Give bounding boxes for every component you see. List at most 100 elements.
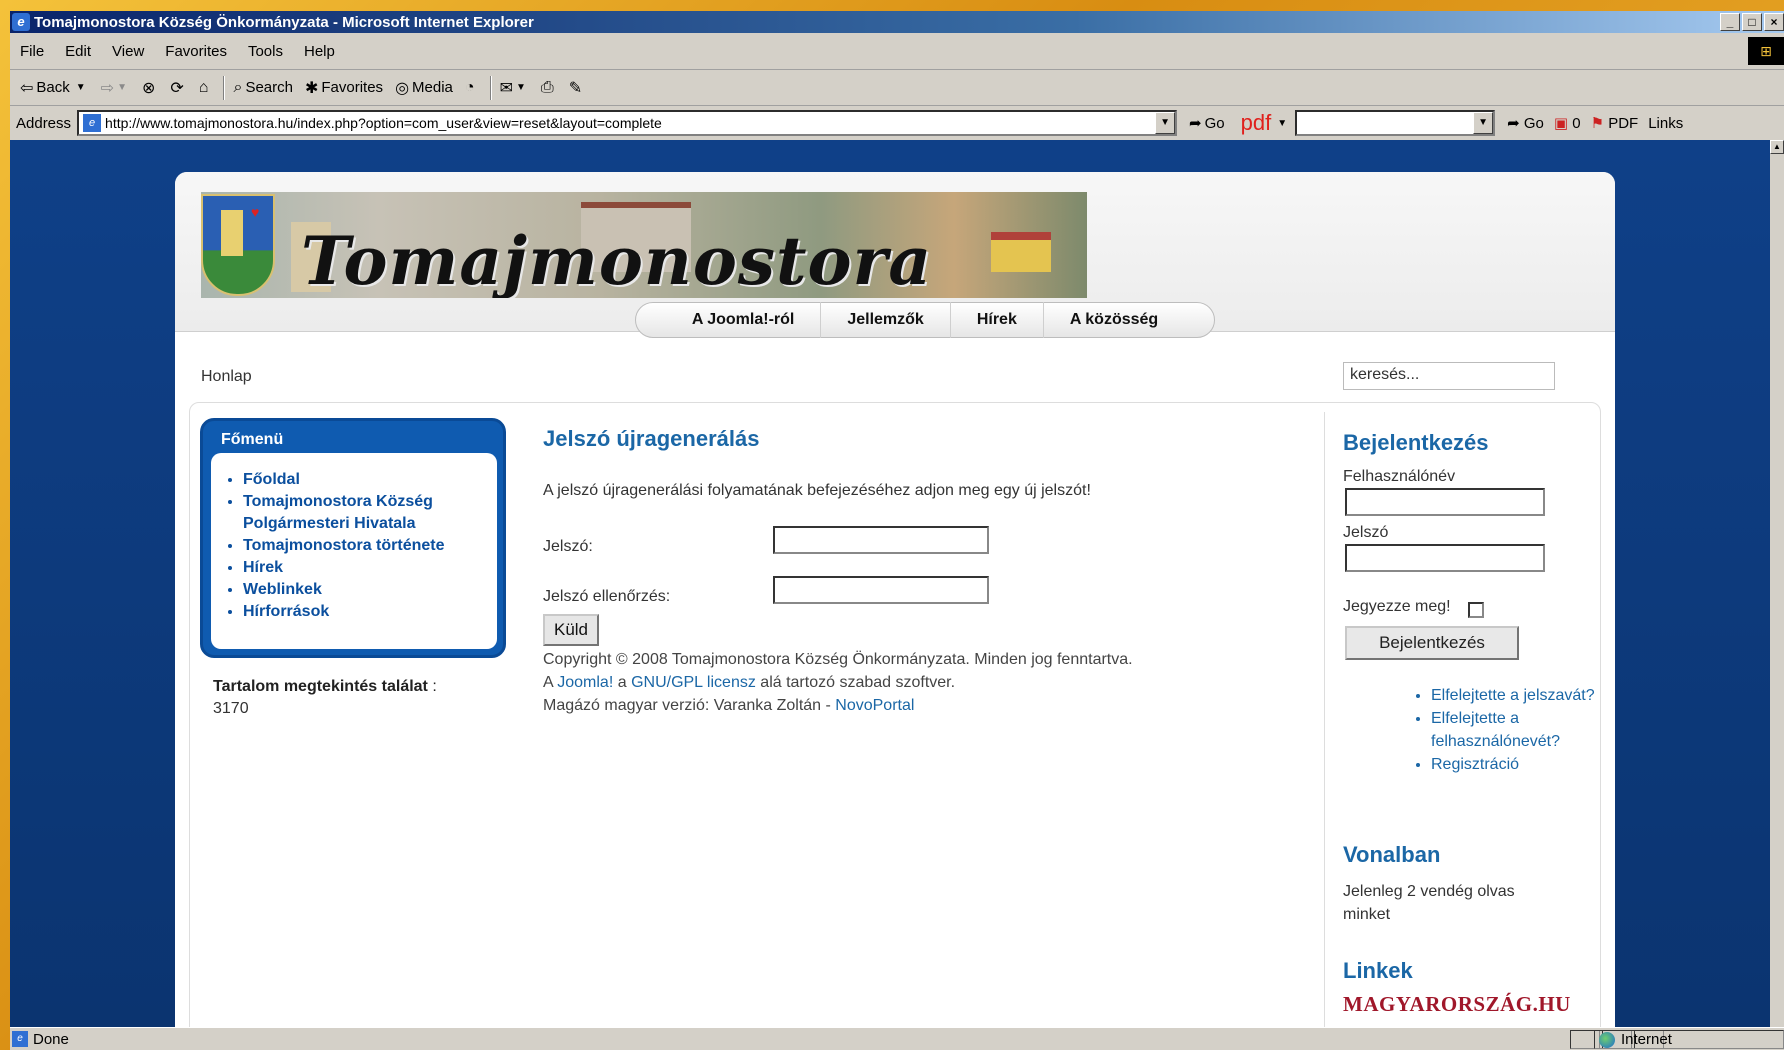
chevron-down-icon: ▼: [75, 82, 86, 93]
heart-icon: ♥: [251, 204, 260, 220]
pdf-dropdown-button[interactable]: ▼: [1473, 112, 1494, 134]
menu-item-tortenete[interactable]: Tomajmonostora története: [243, 535, 487, 557]
chevron-down-icon: ▼: [515, 82, 526, 93]
menu-favorites[interactable]: Favorites: [165, 43, 227, 60]
minimize-button[interactable]: _: [1720, 13, 1740, 31]
globe-icon: [1599, 1031, 1615, 1048]
refresh-button[interactable]: ⟳: [170, 78, 186, 98]
password-field[interactable]: [773, 526, 989, 554]
search-button[interactable]: ⌕ Search: [233, 79, 293, 97]
go-label: Go: [1204, 114, 1225, 132]
address-dropdown-button[interactable]: ▼: [1155, 112, 1176, 134]
go-button-2[interactable]: ➦ Go: [1507, 114, 1544, 132]
translation-text: Magázó magyar verzió: Varanka Zoltán -: [543, 697, 836, 714]
favorites-button[interactable]: ✱ Favorites: [305, 78, 383, 98]
menu-item-hivatal[interactable]: Tomajmonostora Község Polgármesteri Hiva…: [243, 491, 487, 535]
forgot-password-link[interactable]: Elfelejtette a jelszavát?: [1431, 684, 1601, 707]
footer: Copyright © 2008 Tomajmonostora Község Ö…: [543, 648, 1133, 717]
login-links: Elfelejtette a jelszavát? Elfelejtette a…: [1431, 684, 1601, 776]
address-input[interactable]: e http://www.tomajmonostora.hu/index.php…: [77, 110, 1178, 136]
history-button[interactable]: ◔: [465, 79, 478, 97]
nav-joomla[interactable]: A Joomla!-ról: [666, 302, 822, 338]
forgot-username-link[interactable]: Elfelejtette a felhasználónevét?: [1431, 707, 1601, 753]
pdf-icon: ⚑: [1590, 115, 1605, 132]
nav-kozosseg[interactable]: A közösség: [1044, 302, 1184, 338]
license-text-c: alá tartozó szabad szoftver.: [755, 674, 956, 691]
login-password-field[interactable]: [1345, 544, 1545, 572]
menu-edit[interactable]: Edit: [65, 43, 91, 60]
page-viewport: ♥ Tomajmonostora A Joomla!-ról Jellemzők…: [10, 140, 1770, 1027]
zone-label: Internet: [1621, 1031, 1672, 1048]
address-url: http://www.tomajmonostora.hu/index.php?o…: [105, 115, 662, 131]
mail-button[interactable]: ✉ ▼: [500, 78, 529, 98]
scroll-up-arrow-icon[interactable]: ▲: [1770, 140, 1784, 154]
edit-button[interactable]: ✎: [569, 78, 585, 98]
menu-file[interactable]: File: [20, 43, 44, 60]
novoportal-link[interactable]: NovoPortal: [835, 697, 914, 714]
menu-help[interactable]: Help: [304, 43, 335, 60]
back-arrow-icon: ⇦: [20, 79, 34, 97]
forward-arrow-icon: ⇨: [100, 79, 115, 97]
menu-tools[interactable]: Tools: [248, 43, 283, 60]
pdf-search-input[interactable]: ▼: [1295, 110, 1496, 136]
menu-view[interactable]: View: [112, 43, 144, 60]
site-page: ♥ Tomajmonostora A Joomla!-ról Jellemzők…: [175, 172, 1615, 1027]
media-button[interactable]: ◎ Media: [395, 78, 453, 98]
address-bar: Address e http://www.tomajmonostora.hu/i…: [10, 106, 1784, 140]
ie-icon: e: [12, 13, 30, 31]
edit-icon: ✎: [568, 79, 583, 97]
window-title-bar: e Tomajmonostora Község Önkormányzata - …: [10, 11, 1784, 33]
address-label: Address: [16, 114, 72, 132]
username-field[interactable]: [1345, 488, 1545, 516]
breadcrumb[interactable]: Honlap: [201, 368, 252, 386]
menu-item-fooldal[interactable]: Főoldal: [243, 469, 487, 491]
stop-button[interactable]: ⊗: [142, 78, 158, 98]
remember-checkbox[interactable]: [1468, 602, 1484, 618]
maximize-button[interactable]: □: [1742, 13, 1762, 31]
main-menu: Főmenü Főoldal Tomajmonostora Község Pol…: [200, 418, 506, 658]
pdf-label: PDF: [1608, 115, 1639, 132]
back-button[interactable]: ⇦ Back ▼: [20, 78, 89, 98]
status-text: Done: [33, 1030, 69, 1048]
browser-chrome: File Edit View Favorites Tools Help ⊞ ⇦ …: [10, 33, 1784, 140]
license-text-a: A: [543, 674, 558, 691]
online-heading: Vonalban: [1343, 842, 1441, 867]
menu-item-hirforrasok[interactable]: Hírforrások: [243, 601, 487, 623]
joomla-link[interactable]: Joomla!: [557, 674, 613, 691]
home-button[interactable]: ⌂: [199, 79, 212, 97]
links-heading: Linkek: [1343, 958, 1413, 983]
page-title: Jelszó újragenerálás: [543, 426, 760, 451]
site-banner: ♥ Tomajmonostora: [201, 192, 1087, 298]
counter-button[interactable]: ▣ 0: [1554, 114, 1581, 132]
chevron-down-icon[interactable]: ▼: [1277, 118, 1287, 129]
online-text: Jelenleg 2 vendég olvas minket: [1343, 883, 1515, 923]
vertical-scrollbar[interactable]: ▲: [1770, 140, 1784, 1027]
forward-button[interactable]: ⇨ ▼: [101, 78, 130, 98]
pdf-button[interactable]: ⚑ PDF: [1591, 114, 1639, 132]
go-label-2: Go: [1523, 115, 1544, 132]
print-button[interactable]: ⎙: [541, 79, 557, 97]
submit-button[interactable]: Küld: [543, 614, 599, 646]
hits-value: 3170: [213, 700, 249, 717]
translation-line: Magázó magyar verzió: Varanka Zoltán - N…: [543, 694, 1133, 717]
register-link[interactable]: Regisztráció: [1431, 753, 1601, 776]
menu-item-hirek[interactable]: Hírek: [243, 557, 487, 579]
gpl-link[interactable]: GNU/GPL licensz: [631, 674, 756, 691]
go-button[interactable]: ➦ Go: [1189, 114, 1225, 133]
nav-hirek[interactable]: Hírek: [951, 302, 1044, 338]
magyarorszag-logo-link[interactable]: MAGYARORSZÁG.HU: [1343, 992, 1571, 1017]
remember-label: Jegyezze meg!: [1343, 598, 1451, 615]
status-bar: e Done Internet: [10, 1027, 1784, 1050]
site-search-input[interactable]: keresés...: [1343, 362, 1555, 390]
verify-password-field[interactable]: [773, 576, 989, 604]
nav-jellemzok[interactable]: Jellemzők: [821, 302, 951, 338]
links-button[interactable]: Links: [1648, 115, 1683, 132]
pdf-toolbar-logo[interactable]: pdf: [1241, 110, 1272, 136]
page-icon: e: [83, 114, 102, 132]
window-controls: _ □ ×: [1720, 13, 1784, 31]
hits-label-text: Tartalom megtekintés találat: [213, 678, 428, 695]
login-button[interactable]: Bejelentkezés: [1345, 626, 1519, 660]
menu-item-weblinkek[interactable]: Weblinkek: [243, 579, 487, 601]
close-button[interactable]: ×: [1764, 13, 1784, 31]
copyright-text: Copyright © 2008 Tomajmonostora Község Ö…: [543, 651, 1133, 668]
